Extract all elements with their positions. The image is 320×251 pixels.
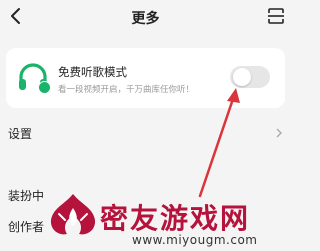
free-music-mode-title: 免费听歌模式 — [58, 65, 127, 79]
menu-item-label: 创作者 — [8, 220, 45, 234]
free-music-mode-toggle[interactable] — [230, 66, 270, 88]
free-music-mode-card: 免费听歌模式 看一段视频开启，千万曲库任你听！ — [6, 48, 285, 108]
free-music-mode-subtitle: 看一段视频开启，千万曲库任你听！ — [58, 85, 195, 95]
top-bar: 更多 — [0, 0, 291, 34]
page-title: 更多 — [131, 11, 160, 27]
watermark-logo — [50, 194, 96, 235]
chevron-right-icon — [276, 128, 282, 138]
menu-item-label: 装扮中 — [8, 189, 45, 203]
watermark-url: www.miyougm.com — [132, 233, 258, 247]
menu-item-settings[interactable]: 设置 — [0, 118, 291, 148]
menu-item-label: 设置 — [8, 127, 33, 141]
watermark-brand: 密友游戏网 — [100, 202, 251, 235]
status-dot-icon — [38, 81, 51, 94]
toggle-knob — [233, 68, 251, 86]
scan-icon[interactable] — [267, 7, 285, 25]
